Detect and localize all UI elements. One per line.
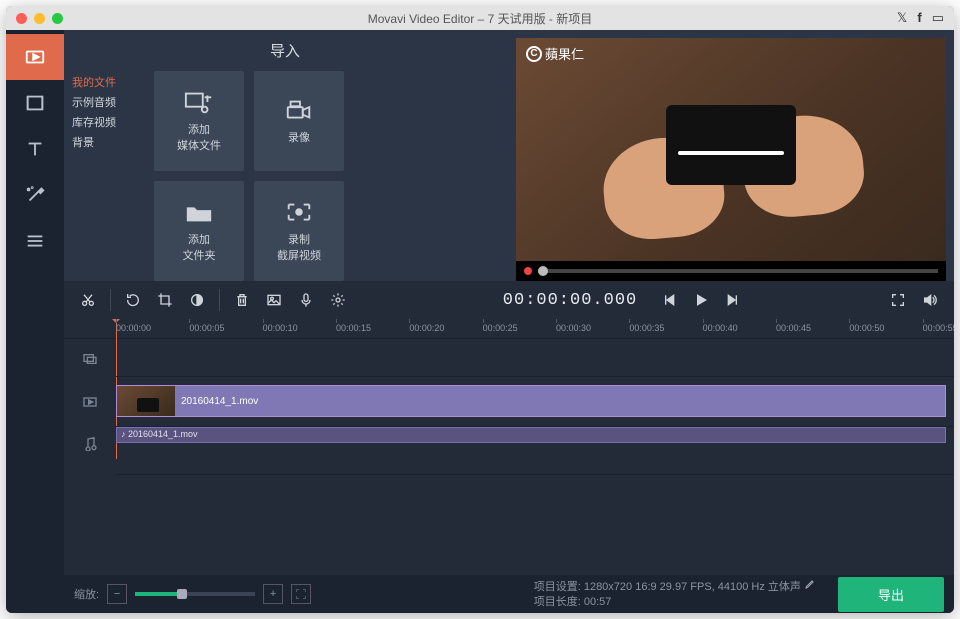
preview-panel: C蘋果仁 bbox=[516, 38, 946, 281]
sidebar-titles-button[interactable] bbox=[6, 126, 64, 172]
preview-scrubber[interactable] bbox=[516, 261, 946, 281]
record-screen-tile[interactable]: 录制截屏视频 bbox=[254, 181, 344, 281]
window-title: Movavi Video Editor – 7 天试用版 - 新项目 bbox=[6, 10, 954, 27]
ruler-tick: 00:00:15 bbox=[336, 323, 371, 333]
clip-thumbnail bbox=[117, 386, 175, 416]
cut-button[interactable] bbox=[74, 286, 102, 314]
ruler-tick: 00:00:40 bbox=[703, 323, 738, 333]
video-clip[interactable]: 20160414_1.mov bbox=[116, 385, 946, 417]
record-indicator-icon bbox=[524, 267, 532, 275]
import-category-list: 我的文件 示例音频 库存视频 背景 bbox=[64, 71, 154, 281]
add-folder-tile[interactable]: 添加文件夹 bbox=[154, 181, 244, 281]
rotate-button[interactable] bbox=[119, 286, 147, 314]
project-settings-text: 项目设置: 1280x720 16:9 29.97 FPS, 44100 Hz … bbox=[534, 581, 801, 593]
timecode-display: 00:00:00.000 bbox=[503, 291, 637, 310]
add-media-tile[interactable]: 添加媒体文件 bbox=[154, 71, 244, 171]
overlay-track[interactable] bbox=[116, 339, 954, 377]
ruler-tick: 00:00:45 bbox=[776, 323, 811, 333]
facebook-icon[interactable]: f bbox=[917, 10, 921, 26]
import-cat-sample-audio[interactable]: 示例音频 bbox=[72, 93, 148, 113]
ruler-tick: 00:00:20 bbox=[409, 323, 444, 333]
track-icon-overlay[interactable] bbox=[64, 339, 116, 377]
folder-icon bbox=[184, 199, 214, 225]
toolbar: 00:00:00.000 bbox=[64, 281, 954, 319]
ruler-tick: 00:00:25 bbox=[483, 323, 518, 333]
zoom-label: 缩放: bbox=[74, 586, 99, 602]
crop-button[interactable] bbox=[151, 286, 179, 314]
timeline: 00:00:00 00:00:05 00:00:10 00:00:15 00:00:20… bbox=[64, 319, 954, 575]
camcorder-icon bbox=[284, 97, 314, 123]
preview-viewer[interactable]: C蘋果仁 bbox=[516, 38, 946, 261]
app-window: Movavi Video Editor – 7 天试用版 - 新项目 𝕏 f ▭ bbox=[6, 6, 954, 613]
prev-frame-button[interactable] bbox=[655, 286, 683, 314]
zoom-out-button[interactable]: − bbox=[107, 584, 127, 604]
track-icon-audio[interactable] bbox=[64, 427, 116, 459]
microphone-button[interactable] bbox=[292, 286, 320, 314]
play-button[interactable] bbox=[687, 286, 715, 314]
watermark: C蘋果仁 bbox=[526, 44, 584, 63]
ruler-tick: 00:00:50 bbox=[849, 323, 884, 333]
color-adjust-button[interactable] bbox=[183, 286, 211, 314]
audio-clip-label: ♪ 20160414_1.mov bbox=[121, 429, 198, 439]
settings-button[interactable] bbox=[324, 286, 352, 314]
ruler-tick: 00:00:00 bbox=[116, 323, 151, 333]
audio-track[interactable] bbox=[116, 445, 954, 475]
edit-settings-icon[interactable] bbox=[804, 578, 816, 590]
ruler-tick: 00:00:30 bbox=[556, 323, 591, 333]
timeline-ruler[interactable]: 00:00:00 00:00:05 00:00:10 00:00:15 00:00:20… bbox=[64, 319, 954, 339]
sidebar-filters-button[interactable] bbox=[6, 80, 64, 126]
import-cat-backgrounds[interactable]: 背景 bbox=[72, 133, 148, 153]
import-cat-my-files[interactable]: 我的文件 bbox=[72, 73, 148, 93]
audio-clip[interactable]: ♪ 20160414_1.mov bbox=[116, 427, 946, 443]
sidebar-more-button[interactable] bbox=[6, 218, 64, 264]
zoom-in-button[interactable]: + bbox=[263, 584, 283, 604]
record-video-tile[interactable]: 录像 bbox=[254, 71, 344, 171]
zoom-fit-button[interactable] bbox=[291, 584, 311, 604]
import-panel: 导入 我的文件 示例音频 库存视频 背景 添加媒体文件 bbox=[64, 30, 516, 281]
sidebar bbox=[6, 30, 64, 613]
image-button[interactable] bbox=[260, 286, 288, 314]
export-button[interactable]: 导出 bbox=[838, 577, 944, 612]
screencast-icon bbox=[284, 199, 314, 225]
next-frame-button[interactable] bbox=[719, 286, 747, 314]
youtube-icon[interactable]: ▭ bbox=[932, 10, 944, 26]
track-icon-video[interactable] bbox=[64, 377, 116, 427]
sidebar-import-button[interactable] bbox=[6, 34, 64, 80]
project-duration-text: 项目长度: 00:57 bbox=[534, 595, 816, 610]
import-heading: 导入 bbox=[64, 40, 506, 61]
video-clip-label: 20160414_1.mov bbox=[181, 396, 258, 407]
video-track[interactable]: 20160414_1.mov bbox=[116, 377, 954, 427]
footer: 缩放: − + 项目设置: 1280x720 16:9 29.97 FPS, 4… bbox=[64, 575, 954, 613]
sidebar-effects-button[interactable] bbox=[6, 172, 64, 218]
volume-button[interactable] bbox=[916, 286, 944, 314]
linked-audio-track[interactable]: ♪ 20160414_1.mov bbox=[116, 427, 954, 445]
zoom-slider[interactable] bbox=[135, 592, 255, 596]
delete-button[interactable] bbox=[228, 286, 256, 314]
media-files-icon bbox=[184, 89, 214, 115]
import-cat-stock-video[interactable]: 库存视频 bbox=[72, 113, 148, 133]
ruler-tick: 00:00:35 bbox=[629, 323, 664, 333]
ruler-tick: 00:00:55 bbox=[923, 323, 954, 333]
fullscreen-button[interactable] bbox=[884, 286, 912, 314]
titlebar: Movavi Video Editor – 7 天试用版 - 新项目 𝕏 f ▭ bbox=[6, 6, 954, 30]
ruler-tick: 00:00:10 bbox=[263, 323, 298, 333]
ruler-tick: 00:00:05 bbox=[189, 323, 224, 333]
twitter-icon[interactable]: 𝕏 bbox=[897, 10, 907, 26]
